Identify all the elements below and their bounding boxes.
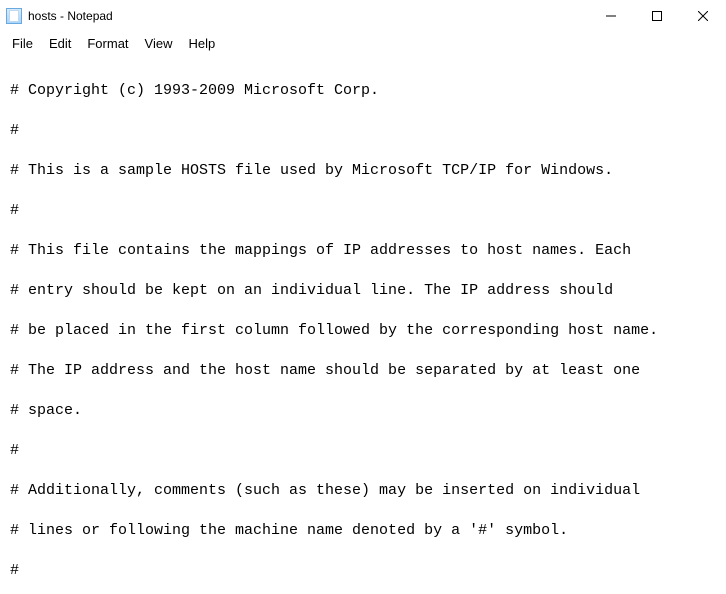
editor-line: # xyxy=(10,441,718,461)
minimize-icon xyxy=(606,11,616,21)
editor-line: # be placed in the first column followed… xyxy=(10,321,718,341)
editor-line: # xyxy=(10,561,718,581)
editor-line: # xyxy=(10,121,718,141)
editor-line: # lines or following the machine name de… xyxy=(10,521,718,541)
editor-line: # Copyright (c) 1993-2009 Microsoft Corp… xyxy=(10,81,718,101)
menu-view[interactable]: View xyxy=(137,34,181,53)
titlebar: hosts - Notepad xyxy=(0,0,726,32)
close-icon xyxy=(698,11,708,21)
editor-line: # This file contains the mappings of IP … xyxy=(10,241,718,261)
menu-format[interactable]: Format xyxy=(79,34,136,53)
window-title: hosts - Notepad xyxy=(28,9,113,23)
minimize-button[interactable] xyxy=(588,0,634,32)
editor-line: # entry should be kept on an individual … xyxy=(10,281,718,301)
close-button[interactable] xyxy=(680,0,726,32)
editor-line: # xyxy=(10,201,718,221)
editor-line: # The IP address and the host name shoul… xyxy=(10,361,718,381)
maximize-button[interactable] xyxy=(634,0,680,32)
menu-help[interactable]: Help xyxy=(180,34,223,53)
text-editor[interactable]: # Copyright (c) 1993-2009 Microsoft Corp… xyxy=(0,57,726,594)
notepad-icon xyxy=(6,8,22,24)
editor-line: # space. xyxy=(10,401,718,421)
menu-edit[interactable]: Edit xyxy=(41,34,79,53)
editor-line: # Additionally, comments (such as these)… xyxy=(10,481,718,501)
editor-line: # This is a sample HOSTS file used by Mi… xyxy=(10,161,718,181)
maximize-icon xyxy=(652,11,662,21)
menu-file[interactable]: File xyxy=(4,34,41,53)
window-controls xyxy=(588,0,726,32)
menubar: File Edit Format View Help xyxy=(0,32,726,57)
